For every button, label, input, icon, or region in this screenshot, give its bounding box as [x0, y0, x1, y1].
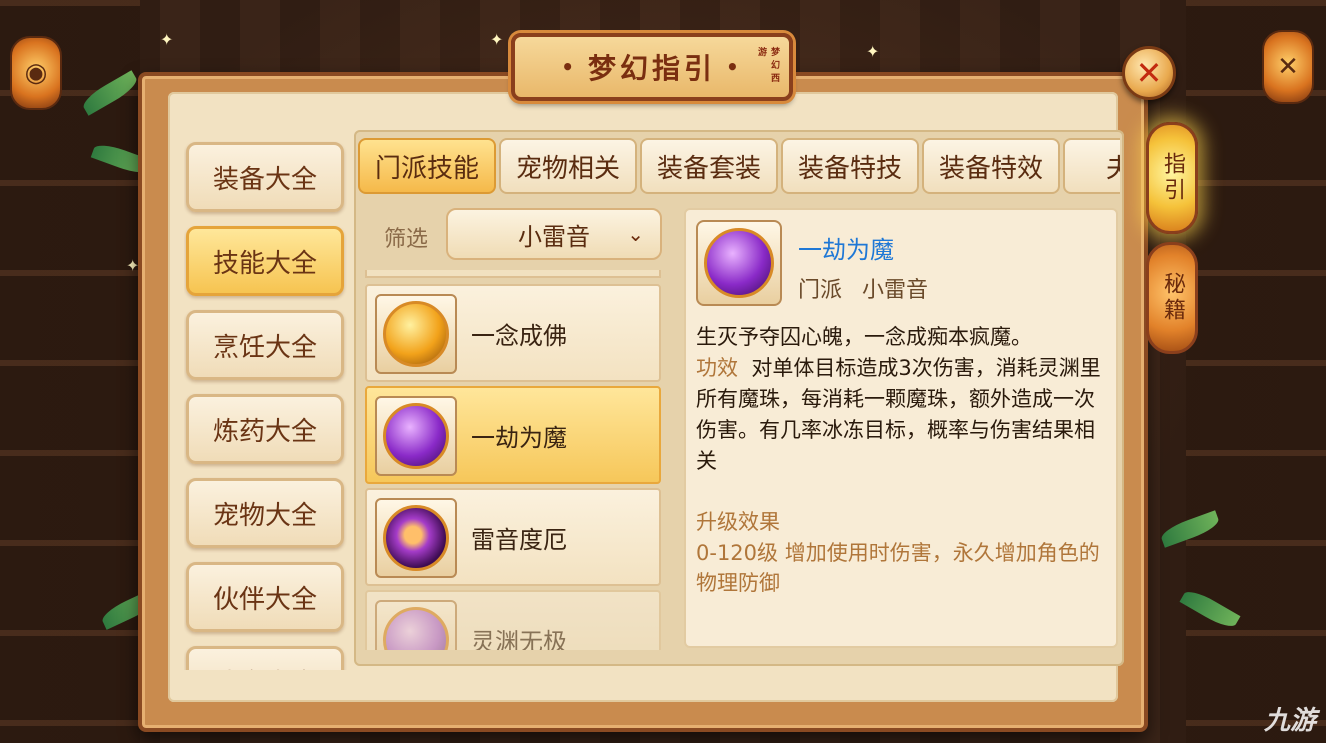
skill-item-leiyinduer[interactable]: 雷音度厄 [365, 488, 661, 586]
purple-demon-icon [383, 403, 449, 469]
skill-item-yijieweimo[interactable]: 一劫为魔 [365, 386, 661, 484]
swirl-orb-icon [383, 505, 449, 571]
category-equipment[interactable]: 装备大全 [186, 142, 344, 212]
skill-name: 灵渊无极 [471, 628, 567, 650]
window-title-plaque: • 梦幻指引 • 梦幻西游 [511, 33, 793, 101]
detail-skill-name: 一劫为魔 [798, 236, 894, 264]
skill-name: 一劫为魔 [471, 424, 567, 452]
tab-school-skills[interactable]: 门派技能 [358, 138, 496, 194]
tab-pet-related[interactable]: 宠物相关 [499, 138, 637, 194]
detail-upgrade-text: 0-120级 增加使用时伤害，永久增加角色的物理防御 [696, 541, 1100, 595]
top-tab-bar[interactable]: 门派技能 宠物相关 装备套装 装备特技 装备特效 夫妻 [358, 138, 1120, 194]
chevron-down-icon: ⌄ [627, 222, 644, 246]
violet-orb-icon [383, 607, 449, 650]
detail-effect-text: 对单体目标造成3次伤害，消耗灵渊里所有魔珠，每消耗一颗魔珠，额外造成一次伤害。有… [696, 356, 1101, 473]
tab-marriage[interactable]: 夫妻 [1063, 138, 1120, 194]
tab-equipment-special-effects[interactable]: 装备特效 [922, 138, 1060, 194]
skill-icon-frame [375, 396, 457, 476]
detail-effect-label: 功效 [696, 356, 738, 380]
skill-item-lingyuanwuji[interactable]: 灵渊无极 [365, 590, 661, 650]
close-button[interactable]: ✕ [1122, 46, 1176, 100]
tab-equipment-sets[interactable]: 装备套装 [640, 138, 778, 194]
detail-effect: 功效 对单体目标造成3次伤害，消耗灵渊里所有魔珠，每消耗一颗魔珠，额外造成一次伤… [696, 353, 1108, 477]
category-skills[interactable]: 技能大全 [186, 226, 344, 296]
category-pets[interactable]: 宠物大全 [186, 478, 344, 548]
detail-upgrade-title: 升级效果 [696, 510, 780, 534]
gold-orb-icon [383, 301, 449, 367]
detail-school-value: 小雷音 [862, 278, 929, 303]
list-item-partial [365, 270, 661, 278]
skill-item-yinianchengfo[interactable]: 一念成佛 [365, 284, 661, 382]
category-cooking[interactable]: 烹饪大全 [186, 310, 344, 380]
eye-lantern-icon: ◉ [10, 36, 62, 110]
sparkle-icon: ✦ [160, 30, 174, 49]
category-partners[interactable]: 伙伴大全 [186, 562, 344, 632]
title-seal: 梦幻西游 [756, 47, 779, 86]
skill-icon-frame [375, 600, 457, 650]
category-list[interactable]: 装备大全 技能大全 烹饪大全 炼药大全 宠物大全 伙伴大全 法宝大全 [184, 130, 348, 670]
tab-equipment-special-skills[interactable]: 装备特技 [781, 138, 919, 194]
skill-name: 一念成佛 [471, 322, 567, 350]
filter-label: 筛选 [384, 227, 429, 252]
detail-school-label: 门派 [798, 278, 843, 303]
side-tab-secrets[interactable]: 秘籍 [1146, 242, 1198, 354]
title-dot-icon: • [561, 55, 578, 79]
title-dot-icon: • [726, 55, 743, 79]
skill-name: 雷音度厄 [471, 526, 567, 554]
skill-detail-panel: 一劫为魔 门派 小雷音 生灭予夺囚心魄，一念成痴本疯魔。 功效 对单体目标造成3… [684, 208, 1118, 648]
school-filter-dropdown[interactable]: 小雷音 ⌄ [446, 208, 662, 260]
sparkle-icon: ✦ [866, 42, 880, 61]
side-tab-guide[interactable]: 指引 [1146, 122, 1198, 234]
category-treasures[interactable]: 法宝大全 [186, 646, 344, 670]
filter-value: 小雷音 [518, 222, 590, 251]
bookshelf-left [0, 0, 140, 743]
bookshelf-right [1186, 0, 1326, 743]
cross-lantern-icon: ✕ [1262, 30, 1314, 104]
skill-list[interactable]: 一念成佛 一劫为魔 雷音度厄 灵渊无极 [363, 270, 663, 650]
purple-demon-icon [704, 228, 774, 298]
window-title: 梦幻指引 [587, 52, 716, 85]
detail-description: 生灭予夺囚心魄，一念成痴本疯魔。 功效 对单体目标造成3次伤害，消耗灵渊里所有魔… [696, 322, 1108, 477]
skill-icon-frame [375, 294, 457, 374]
detail-icon-frame [696, 220, 782, 306]
skill-icon-frame [375, 498, 457, 578]
sparkle-icon: ✦ [490, 30, 504, 49]
category-alchemy[interactable]: 炼药大全 [186, 394, 344, 464]
detail-flavor-text: 生灭予夺囚心魄，一念成痴本疯魔。 [696, 325, 1032, 349]
watermark-logo: 九游 [1263, 706, 1316, 736]
